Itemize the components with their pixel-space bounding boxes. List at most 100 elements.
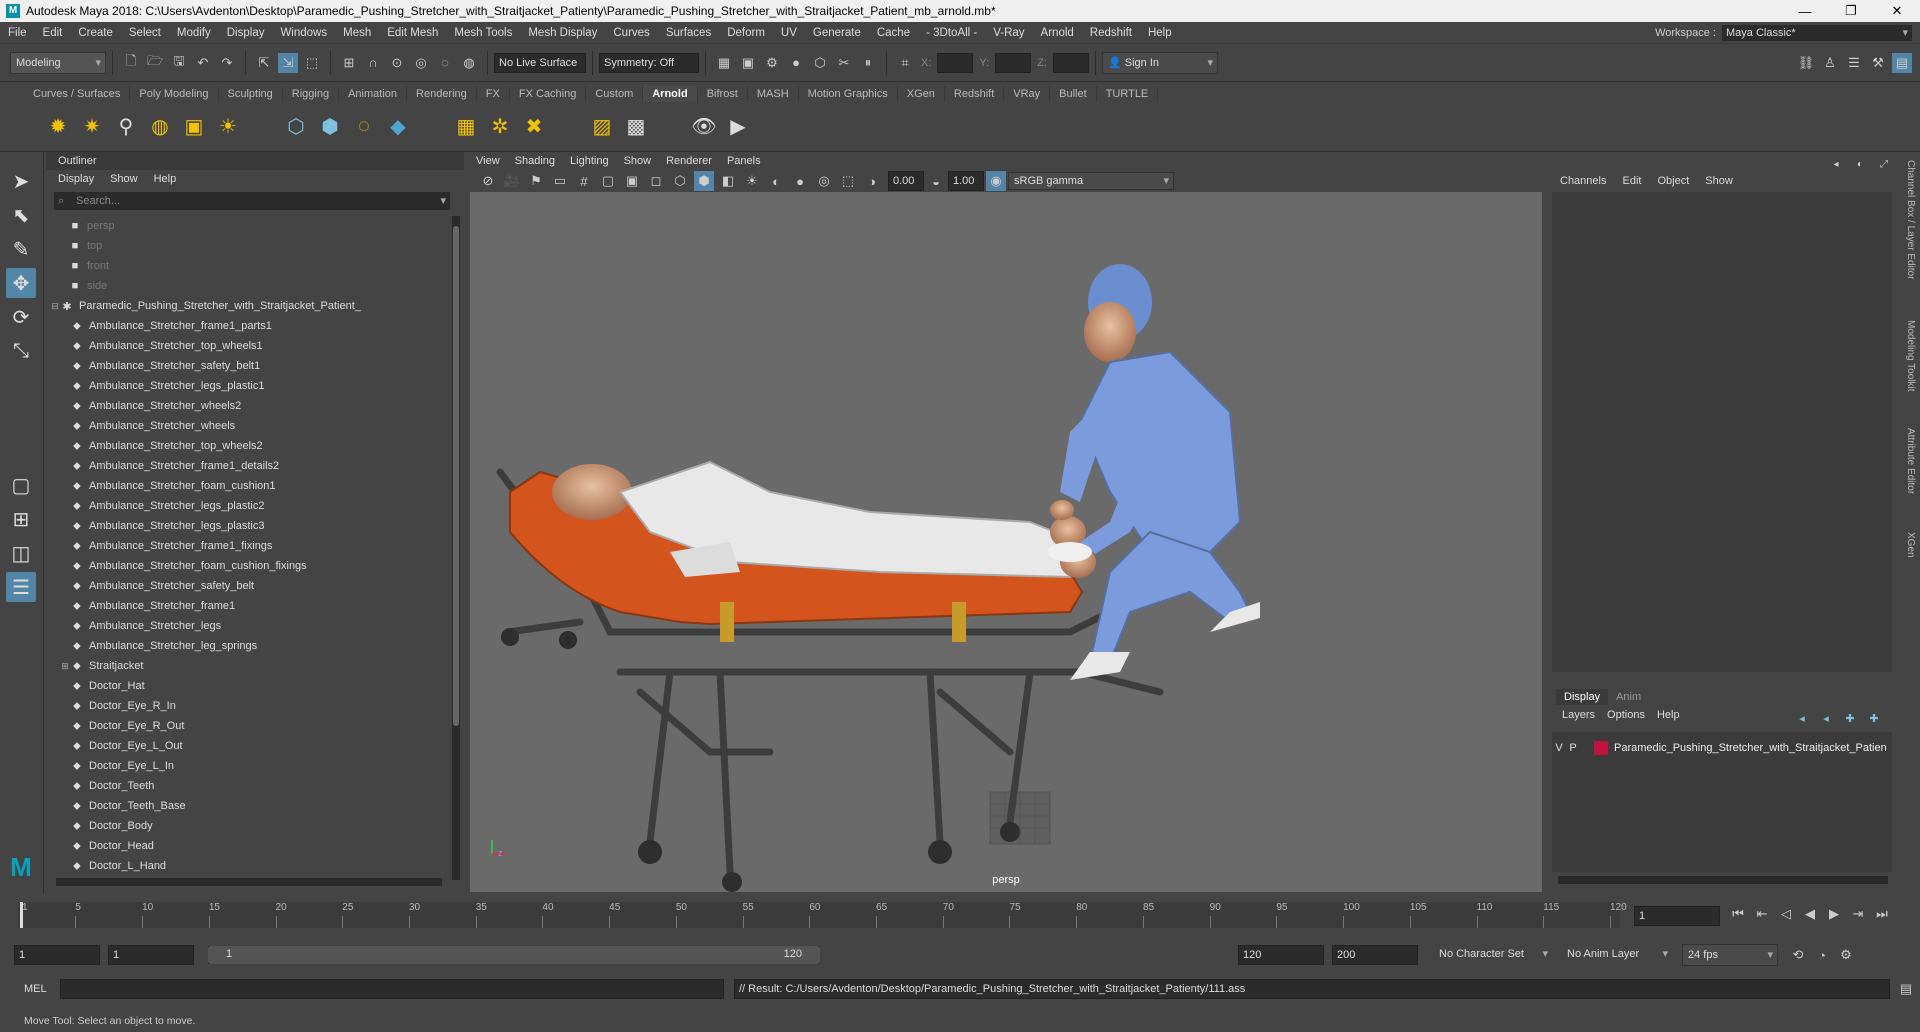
four-view-layout-icon[interactable]: ⊞ bbox=[6, 504, 36, 534]
outliner-layout-icon[interactable]: ☰ bbox=[6, 572, 36, 602]
outliner-horizontal-scrollbar[interactable] bbox=[56, 878, 442, 886]
outliner-mesh-item[interactable]: ⬥ Ambulance_Stretcher_safety_belt1 bbox=[46, 356, 450, 376]
side-tab-xgen[interactable]: XGen bbox=[1905, 532, 1916, 558]
menu-cache[interactable]: Cache bbox=[869, 27, 918, 39]
layer-menu-layers[interactable]: Layers bbox=[1562, 709, 1595, 721]
shelf-tab-bifrost[interactable]: Bifrost bbox=[698, 86, 748, 102]
outliner-mesh-item[interactable]: ⬥ Doctor_Eye_R_In bbox=[46, 696, 450, 716]
menu-curves[interactable]: Curves bbox=[605, 27, 657, 39]
expand-icon[interactable]: ⊟ bbox=[50, 301, 60, 312]
viewport-3d[interactable]: z persp bbox=[470, 192, 1542, 892]
transform-mode-icon[interactable]: ⌗ bbox=[895, 53, 915, 73]
mesh-light-icon[interactable]: ✷ bbox=[78, 112, 106, 140]
time-slider-track[interactable]: 1 5 10 15 20 25 30 35 40 45 50 55 60 65 70 75 80 85 90 95 10… bbox=[18, 902, 1627, 928]
render-frame-icon[interactable]: ▦ bbox=[714, 53, 734, 73]
modeling-toolkit-icon[interactable]: ⛓ bbox=[1796, 53, 1816, 73]
menu-3dtoall[interactable]: - 3DtoAll - bbox=[918, 27, 985, 39]
tx-manager-icon[interactable]: ▨ bbox=[588, 112, 616, 140]
x-field[interactable] bbox=[937, 52, 974, 73]
outliner-camera-item[interactable]: ■ front bbox=[46, 256, 450, 276]
outliner-mesh-item[interactable]: ⬥ Ambulance_Stretcher_legs bbox=[46, 616, 450, 636]
step-back-key-icon[interactable]: ⇤ bbox=[1752, 904, 1772, 924]
outliner-mesh-item[interactable]: ⬥ Ambulance_Stretcher_safety_belt bbox=[46, 576, 450, 596]
view-transform-dropdown[interactable]: sRGB gamma bbox=[1008, 172, 1174, 190]
wireframe-icon[interactable]: ⬡ bbox=[670, 171, 690, 191]
auto-key-icon[interactable]: ◔ bbox=[1812, 945, 1832, 965]
outliner-mesh-item[interactable]: ⬥ Doctor_Body bbox=[46, 816, 450, 836]
shelf-tab-custom[interactable]: Custom bbox=[586, 86, 644, 102]
tool-settings-icon[interactable]: ⚒ bbox=[1868, 53, 1888, 73]
outliner-menu-show[interactable]: Show bbox=[110, 173, 138, 185]
area-light-icon[interactable]: ✹ bbox=[44, 112, 72, 140]
outliner-vertical-scrollbar[interactable] bbox=[452, 216, 460, 880]
layer-tab-anim[interactable]: Anim bbox=[1608, 689, 1649, 705]
menu-surfaces[interactable]: Surfaces bbox=[658, 27, 719, 39]
skydome-light-icon[interactable]: ◍ bbox=[146, 112, 174, 140]
render-sequence-icon[interactable]: ▶ bbox=[724, 112, 752, 140]
curve-collector-icon[interactable]: ◆ bbox=[384, 112, 412, 140]
script-editor-icon[interactable]: ▤ bbox=[1896, 979, 1916, 999]
shelf-tab-mash[interactable]: MASH bbox=[748, 86, 799, 102]
two-panes-layout-icon[interactable]: ◫ bbox=[6, 538, 36, 568]
render-settings-icon[interactable]: ⚙ bbox=[762, 53, 782, 73]
channel-box-icon[interactable]: ▤ bbox=[1892, 53, 1912, 73]
pause-icon[interactable]: ⏸ bbox=[858, 53, 878, 73]
viewport-menu-panels[interactable]: Panels bbox=[727, 155, 761, 167]
outliner-mesh-item[interactable]: ⬥ Doctor_Eye_L_In bbox=[46, 756, 450, 776]
shelf-tab-fx-caching[interactable]: FX Caching bbox=[510, 86, 587, 102]
side-tab-channel-box[interactable]: Channel Box / Layer Editor bbox=[1905, 160, 1916, 280]
live-surface-field[interactable]: No Live Surface bbox=[494, 52, 586, 73]
character-set-dropdown[interactable]: No Character Set bbox=[1434, 944, 1552, 966]
scene-end-field[interactable]: 200 bbox=[1332, 945, 1418, 965]
safe-action-icon[interactable]: ◻ bbox=[646, 171, 666, 191]
grid-icon[interactable]: # bbox=[574, 171, 594, 191]
maximize-icon[interactable]: ❐ bbox=[1828, 3, 1874, 19]
layer-row[interactable]: V P Paramedic_Pushing_Stretcher_with_Str… bbox=[1552, 738, 1892, 758]
menu-file[interactable]: File bbox=[0, 27, 35, 39]
close-icon[interactable]: ✕ bbox=[1874, 3, 1920, 19]
image-plane-icon[interactable]: ▭ bbox=[550, 171, 570, 191]
outliner-mesh-item[interactable]: ⊞ ⬥ Straitjacket bbox=[46, 656, 450, 676]
snap-live-icon[interactable]: ◍ bbox=[459, 53, 479, 73]
go-to-end-icon[interactable]: ⏭ bbox=[1872, 904, 1892, 924]
shelf-tab-xgen[interactable]: XGen bbox=[898, 86, 945, 102]
outliner-mesh-item[interactable]: ⬥ Doctor_Hat bbox=[46, 676, 450, 696]
attribute-editor-icon[interactable]: ☰ bbox=[1844, 53, 1864, 73]
menu-redshift[interactable]: Redshift bbox=[1082, 27, 1140, 39]
new-scene-icon[interactable]: 🗋 bbox=[121, 53, 141, 73]
workspace-dropdown[interactable]: Maya Classic* ▾ bbox=[1722, 25, 1912, 41]
outliner-mesh-item[interactable]: ⬥ Ambulance_Stretcher_foam_cushion1 bbox=[46, 476, 450, 496]
single-perspective-layout-icon[interactable]: ▢ bbox=[6, 470, 36, 500]
menu-mesh-display[interactable]: Mesh Display bbox=[520, 27, 605, 39]
sign-in-button[interactable]: 👤 Sign In bbox=[1101, 51, 1218, 74]
command-input[interactable] bbox=[60, 979, 724, 999]
select-tool-icon[interactable]: ➤ bbox=[6, 166, 36, 196]
outliner-mesh-item[interactable]: ⬥ Ambulance_Stretcher_top_wheels2 bbox=[46, 436, 450, 456]
outliner-mesh-item[interactable]: ⬥ Doctor_Teeth bbox=[46, 776, 450, 796]
character-controls-icon[interactable]: ♙ bbox=[1820, 53, 1840, 73]
menu-vray[interactable]: V-Ray bbox=[985, 27, 1032, 39]
outliner-mesh-item[interactable]: ⬥ Ambulance_Stretcher_wheels2 bbox=[46, 396, 450, 416]
photometric-light-icon[interactable]: ⚲ bbox=[112, 112, 140, 140]
flush-texture-cache-icon[interactable]: ▦ bbox=[452, 112, 480, 140]
outliner-mesh-item[interactable]: ⬥ Ambulance_Stretcher_frame1 bbox=[46, 596, 450, 616]
move-layer-down-icon[interactable]: ◂ bbox=[1816, 708, 1836, 728]
standin-icon[interactable]: ⬡ bbox=[282, 112, 310, 140]
outliner-mesh-item[interactable]: ⬥ Doctor_Teeth_Base bbox=[46, 796, 450, 816]
channel-menu-channels[interactable]: Channels bbox=[1560, 175, 1606, 187]
menu-arnold[interactable]: Arnold bbox=[1033, 27, 1082, 39]
physical-sky-icon[interactable]: ☀ bbox=[214, 112, 242, 140]
outliner-mesh-item[interactable]: ⬥ Ambulance_Stretcher_legs_plastic2 bbox=[46, 496, 450, 516]
play-backwards-icon[interactable]: ◀ bbox=[1800, 904, 1820, 924]
xray-icon[interactable]: ⬚ bbox=[838, 171, 858, 191]
open-scene-icon[interactable]: 🗁 bbox=[145, 53, 165, 73]
export-standin-icon[interactable]: ⬢ bbox=[316, 112, 344, 140]
render-view-icon[interactable]: 👁 bbox=[690, 112, 718, 140]
outliner-camera-item[interactable]: ■ side bbox=[46, 276, 450, 296]
shelf-tab-rendering[interactable]: Rendering bbox=[407, 86, 477, 102]
help-icon[interactable]: ◐ bbox=[1850, 154, 1870, 174]
step-back-frame-icon[interactable]: ◁ bbox=[1776, 904, 1796, 924]
menu-mesh[interactable]: Mesh bbox=[335, 27, 379, 39]
menu-modify[interactable]: Modify bbox=[169, 27, 219, 39]
outliner-camera-item[interactable]: ■ persp bbox=[46, 216, 450, 236]
